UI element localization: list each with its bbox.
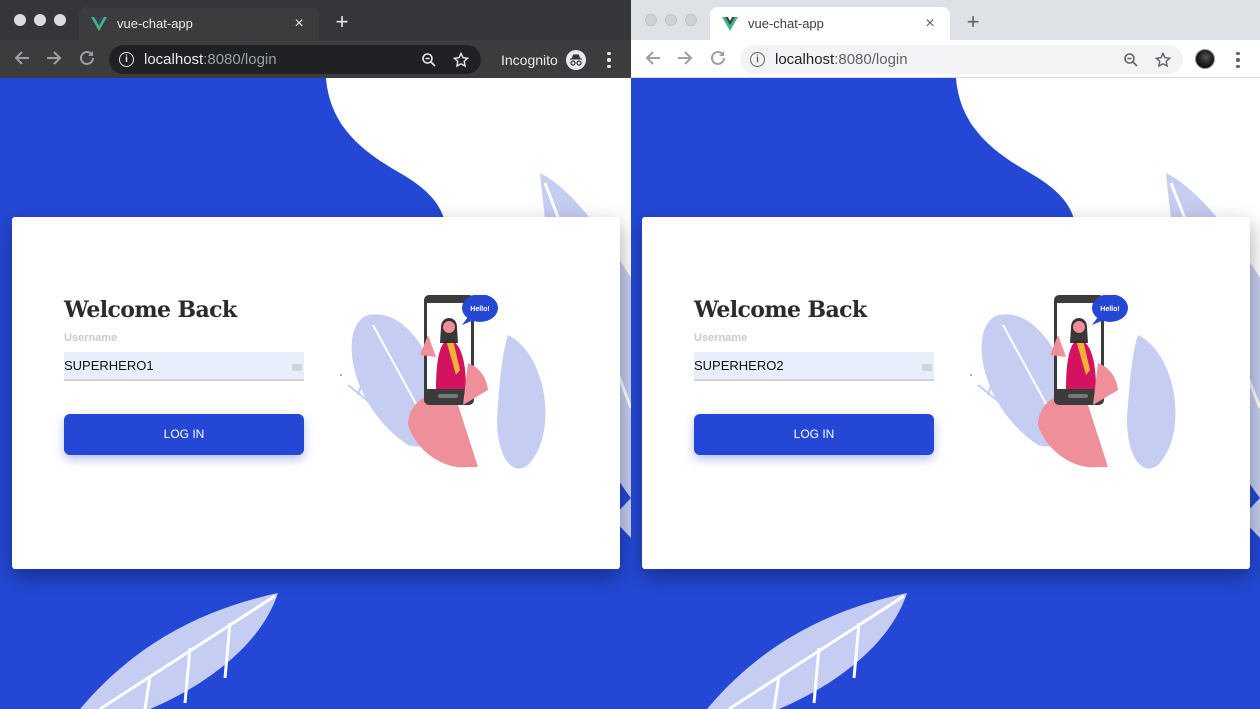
- plus-icon[interactable]: +: [962, 10, 984, 34]
- incognito-indicator[interactable]: Incognito: [501, 50, 586, 70]
- zoom-icon[interactable]: [419, 50, 439, 70]
- close-icon[interactable]: ×: [291, 15, 307, 33]
- url-text: localhost:8080/login: [144, 51, 277, 68]
- vue-logo-icon: [91, 16, 107, 31]
- username-value: SUPERHERO2: [694, 358, 784, 373]
- toolbar: i localhost:8080/login: [631, 40, 1260, 78]
- login-button[interactable]: LOG IN: [64, 414, 304, 455]
- window-controls[interactable]: [645, 14, 697, 26]
- tab-strip: vue-chat-app × +: [0, 0, 631, 40]
- browser-chrome: vue-chat-app × + i localhost:8080/login: [0, 0, 631, 78]
- forward-arrow-icon[interactable]: [44, 49, 64, 69]
- incognito-icon: [565, 50, 586, 70]
- back-arrow-icon[interactable]: [12, 49, 32, 69]
- incognito-label: Incognito: [501, 52, 558, 68]
- forward-arrow-icon[interactable]: [675, 49, 695, 69]
- hello-phone-illustration: Hello!: [970, 295, 1176, 469]
- close-icon[interactable]: ×: [922, 15, 938, 33]
- tab-vue-chat-app[interactable]: vue-chat-app ×: [710, 7, 950, 40]
- menu-dots-icon[interactable]: [1230, 50, 1246, 70]
- username-label: Username: [694, 332, 748, 344]
- username-input[interactable]: SUPERHERO2: [694, 352, 934, 381]
- address-bar[interactable]: i localhost:8080/login: [740, 45, 1183, 74]
- page-title: Welcome Back: [64, 297, 237, 323]
- username-input[interactable]: SUPERHERO1: [64, 352, 304, 381]
- info-icon[interactable]: i: [750, 52, 765, 67]
- star-icon[interactable]: [451, 50, 471, 70]
- plus-icon[interactable]: +: [331, 10, 353, 34]
- tab-vue-chat-app[interactable]: vue-chat-app ×: [79, 7, 319, 40]
- tab-title: vue-chat-app: [117, 16, 193, 31]
- mail-icon: [292, 364, 302, 371]
- username-label: Username: [64, 332, 118, 344]
- desktop: vue-chat-app × + i localhost:8080/login: [0, 0, 1260, 709]
- browser-chrome: vue-chat-app × + i localhost:8080/login: [631, 0, 1260, 78]
- toolbar: i localhost:8080/login Incognito: [0, 40, 631, 78]
- hello-phone-illustration: Hello!: [340, 295, 546, 469]
- speech-bubble-text: Hello!: [470, 306, 489, 313]
- browser-window-incognito: vue-chat-app × + i localhost:8080/login: [0, 0, 631, 709]
- tab-strip: vue-chat-app × +: [631, 0, 1260, 40]
- login-card: Welcome Back Username SUPERHERO1 LOG IN: [12, 217, 620, 569]
- back-arrow-icon[interactable]: [643, 49, 663, 69]
- reload-icon[interactable]: [77, 49, 97, 69]
- address-bar[interactable]: i localhost:8080/login: [109, 45, 481, 74]
- vue-logo-icon: [722, 16, 738, 31]
- star-icon[interactable]: [1153, 50, 1173, 70]
- username-value: SUPERHERO1: [64, 358, 154, 373]
- page-title: Welcome Back: [694, 297, 867, 323]
- zoom-icon[interactable]: [1121, 50, 1141, 70]
- info-icon[interactable]: i: [119, 52, 134, 67]
- url-text: localhost:8080/login: [775, 51, 908, 68]
- reload-icon[interactable]: [708, 49, 728, 69]
- page-viewport: Welcome Back Username SUPERHERO1 LOG IN: [0, 78, 631, 709]
- window-controls[interactable]: [14, 14, 66, 26]
- page-viewport: Welcome Back Username SUPERHERO2 LOG IN: [631, 78, 1260, 709]
- mail-icon: [922, 364, 932, 371]
- speech-bubble-text: Hello!: [1100, 306, 1119, 313]
- tab-title: vue-chat-app: [748, 16, 824, 31]
- menu-dots-icon[interactable]: [601, 50, 617, 70]
- login-card: Welcome Back Username SUPERHERO2 LOG IN: [642, 217, 1250, 569]
- login-button[interactable]: LOG IN: [694, 414, 934, 455]
- browser-window-normal: vue-chat-app × + i localhost:8080/login: [631, 0, 1260, 709]
- avatar-icon[interactable]: [1195, 49, 1215, 69]
